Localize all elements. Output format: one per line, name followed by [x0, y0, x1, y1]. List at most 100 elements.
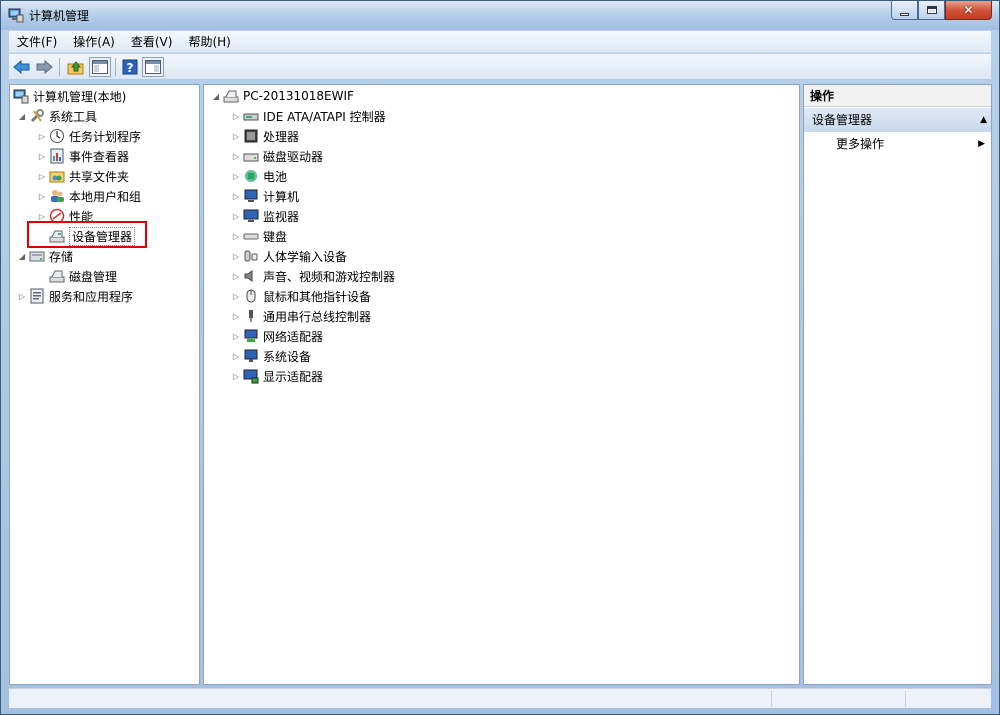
maximize-button[interactable] — [918, 1, 945, 20]
tree-item-disk-management[interactable]: 磁盘管理 — [48, 266, 117, 286]
title-bar[interactable]: 计算机管理 ✕ — [1, 1, 999, 30]
tools-icon — [28, 107, 46, 125]
collapsed-arrow-icon[interactable]: ▷ — [230, 212, 242, 221]
device-category[interactable]: ▷ 声音、视频和游戏控制器 — [230, 266, 395, 286]
expanded-arrow-icon[interactable]: ◢ — [16, 112, 28, 121]
collapsed-arrow-icon[interactable]: ▷ — [230, 352, 242, 361]
menu-view[interactable]: 查看(V) — [123, 31, 181, 53]
status-bar — [9, 688, 991, 708]
menu-action[interactable]: 操作(A) — [65, 31, 123, 53]
tree-item-storage[interactable]: ◢ 存储 — [16, 246, 73, 266]
show-hide-action-pane-button[interactable] — [142, 57, 164, 77]
actions-title: 操作 — [804, 85, 991, 107]
tree-item-shared-folders[interactable]: ▷ 共享文件夹 — [36, 166, 129, 186]
actions-pane: 操作 设备管理器 ▲ 更多操作 ▶ — [803, 84, 992, 685]
tree-item-event-viewer[interactable]: ▷ 事件查看器 — [36, 146, 129, 166]
collapsed-arrow-icon[interactable]: ▷ — [230, 172, 242, 181]
collapsed-arrow-icon[interactable]: ▷ — [230, 152, 242, 161]
device-category[interactable]: ▷ 计算机 — [230, 186, 299, 206]
collapsed-arrow-icon[interactable]: ▷ — [230, 372, 242, 381]
collapsed-arrow-icon[interactable]: ▷ — [230, 312, 242, 321]
menu-help[interactable]: 帮助(H) — [180, 31, 238, 53]
collapsed-arrow-icon[interactable]: ▷ — [36, 132, 48, 141]
close-button[interactable]: ✕ — [945, 1, 992, 20]
device-category[interactable]: ▷ 显示适配器 — [230, 366, 323, 386]
show-hide-console-tree-button[interactable] — [89, 57, 111, 77]
device-category[interactable]: ▷ 监视器 — [230, 206, 299, 226]
device-category[interactable]: ▷ 磁盘驱动器 — [230, 146, 323, 166]
device-category-label: 电池 — [263, 169, 288, 184]
expanded-arrow-icon[interactable]: ◢ — [16, 252, 28, 261]
collapsed-arrow-icon[interactable]: ▷ — [36, 192, 48, 201]
collapsed-arrow-icon[interactable]: ▷ — [230, 232, 242, 241]
collapsed-arrow-icon[interactable]: ▷ — [230, 332, 242, 341]
collapsed-arrow-icon[interactable]: ▷ — [230, 292, 242, 301]
forward-icon — [36, 59, 53, 75]
minimize-button[interactable] — [891, 1, 918, 20]
processor-icon — [242, 127, 260, 145]
tree-item-local-users[interactable]: ▷ 本地用户和组 — [36, 186, 141, 206]
ide-controller-icon — [242, 107, 260, 125]
collapsed-arrow-icon[interactable]: ▷ — [230, 132, 242, 141]
forward-button[interactable] — [33, 57, 55, 77]
collapsed-arrow-icon[interactable]: ▷ — [36, 152, 48, 161]
collapsed-arrow-icon[interactable]: ▷ — [16, 292, 28, 301]
hid-icon — [242, 247, 260, 265]
collapsed-arrow-icon[interactable]: ▷ — [230, 252, 242, 261]
device-category-label: 显示适配器 — [263, 369, 324, 384]
device-category[interactable]: ▷ 鼠标和其他指针设备 — [230, 286, 371, 306]
up-folder-button[interactable] — [65, 57, 87, 77]
device-category[interactable]: ▷ 系统设备 — [230, 346, 311, 366]
device-category[interactable]: ▷ 电池 — [230, 166, 287, 186]
toolbar-separator — [115, 58, 116, 76]
device-category[interactable]: ▷ 人体学输入设备 — [230, 246, 347, 266]
device-root-computer[interactable]: ◢ PC-20131018EWIF — [210, 86, 354, 106]
collapsed-arrow-icon[interactable]: ▷ — [230, 192, 242, 201]
tree-label: 任务计划程序 — [69, 129, 142, 144]
collapsed-arrow-icon[interactable]: ▷ — [230, 272, 242, 281]
system-devices-icon — [242, 347, 260, 365]
more-actions-item[interactable]: 更多操作 ▶ — [804, 133, 991, 155]
services-icon — [28, 287, 46, 305]
expanded-arrow-icon[interactable]: ◢ — [210, 92, 222, 101]
close-icon: ✕ — [963, 3, 974, 17]
highlight-annotation-box — [27, 221, 147, 248]
device-category[interactable]: ▷ 处理器 — [230, 126, 299, 146]
status-divider — [771, 691, 772, 707]
actions-section-device-manager[interactable]: 设备管理器 ▲ — [804, 108, 991, 132]
collapsed-arrow-icon[interactable]: ▷ — [36, 212, 48, 221]
tree-item-system-tools[interactable]: ◢ 系统工具 — [16, 106, 97, 126]
device-category-label: IDE ATA/ATAPI 控制器 — [263, 109, 386, 124]
device-category[interactable]: ▷ 通用串行总线控制器 — [230, 306, 371, 326]
tree-label: 共享文件夹 — [69, 169, 130, 184]
back-button[interactable] — [11, 57, 33, 77]
menu-bar: 文件(F) 操作(A) 查看(V) 帮助(H) — [9, 31, 991, 53]
device-category[interactable]: ▷ IDE ATA/ATAPI 控制器 — [230, 106, 386, 126]
toolbar-separator — [59, 58, 60, 76]
tree-label: 存储 — [49, 249, 74, 264]
device-category-label: 声音、视频和游戏控制器 — [263, 269, 396, 284]
disk-management-icon — [48, 267, 66, 285]
collapsed-arrow-icon[interactable]: ▷ — [230, 112, 242, 121]
device-category[interactable]: ▷ 网络适配器 — [230, 326, 323, 346]
computer-management-window: 计算机管理 ✕ 文件(F) 操作(A) 查看(V) 帮助(H) ? 计算机管理(… — [0, 0, 1000, 715]
monitor-icon — [242, 207, 260, 225]
tree-item-services-apps[interactable]: ▷ 服务和应用程序 — [16, 286, 133, 306]
device-category[interactable]: ▷ 键盘 — [230, 226, 287, 246]
tree-item-computer-management[interactable]: 计算机管理(本地) — [12, 86, 126, 106]
device-category-label: 鼠标和其他指针设备 — [263, 289, 372, 304]
tree-label: 服务和应用程序 — [49, 289, 134, 304]
computer-name: PC-20131018EWIF — [243, 89, 354, 103]
tree-item-task-scheduler[interactable]: ▷ 任务计划程序 — [36, 126, 141, 146]
help-button[interactable]: ? — [119, 57, 141, 77]
device-category-label: 系统设备 — [263, 349, 312, 364]
collapse-up-icon[interactable]: ▲ — [980, 108, 987, 132]
computer-management-icon — [12, 87, 30, 105]
status-divider — [905, 691, 906, 707]
action-pane-icon — [145, 60, 161, 74]
device-category-label: 键盘 — [263, 229, 288, 244]
menu-file[interactable]: 文件(F) — [9, 31, 65, 53]
up-folder-icon — [67, 61, 84, 75]
collapsed-arrow-icon[interactable]: ▷ — [36, 172, 48, 181]
device-category-label: 磁盘驱动器 — [263, 149, 324, 164]
